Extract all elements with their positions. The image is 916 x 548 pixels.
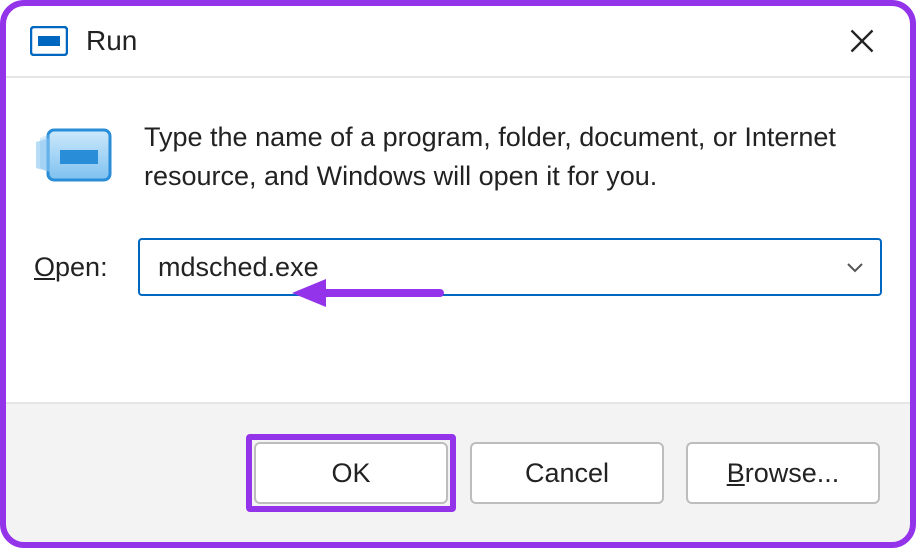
open-input[interactable] [138,238,882,296]
ok-highlight-annotation: OK [254,442,448,504]
run-dialog: Run [6,6,910,542]
open-combobox[interactable] [138,238,882,296]
chevron-down-icon[interactable] [846,261,864,273]
run-prompt-icon [34,124,116,186]
run-title-icon [30,26,68,56]
browse-button[interactable]: Browse... [686,442,880,504]
description-row: Type the name of a program, folder, docu… [34,118,882,196]
titlebar: Run [6,6,910,78]
button-footer: OK Cancel Browse... [6,402,910,542]
ok-button[interactable]: OK [254,442,448,504]
close-icon [848,27,876,55]
dialog-title: Run [86,25,838,57]
open-label: Open: [34,252,122,283]
close-button[interactable] [838,17,886,65]
content-area: Type the name of a program, folder, docu… [6,78,910,402]
description-text: Type the name of a program, folder, docu… [144,118,882,196]
input-row: Open: [34,238,882,296]
cancel-button[interactable]: Cancel [470,442,664,504]
